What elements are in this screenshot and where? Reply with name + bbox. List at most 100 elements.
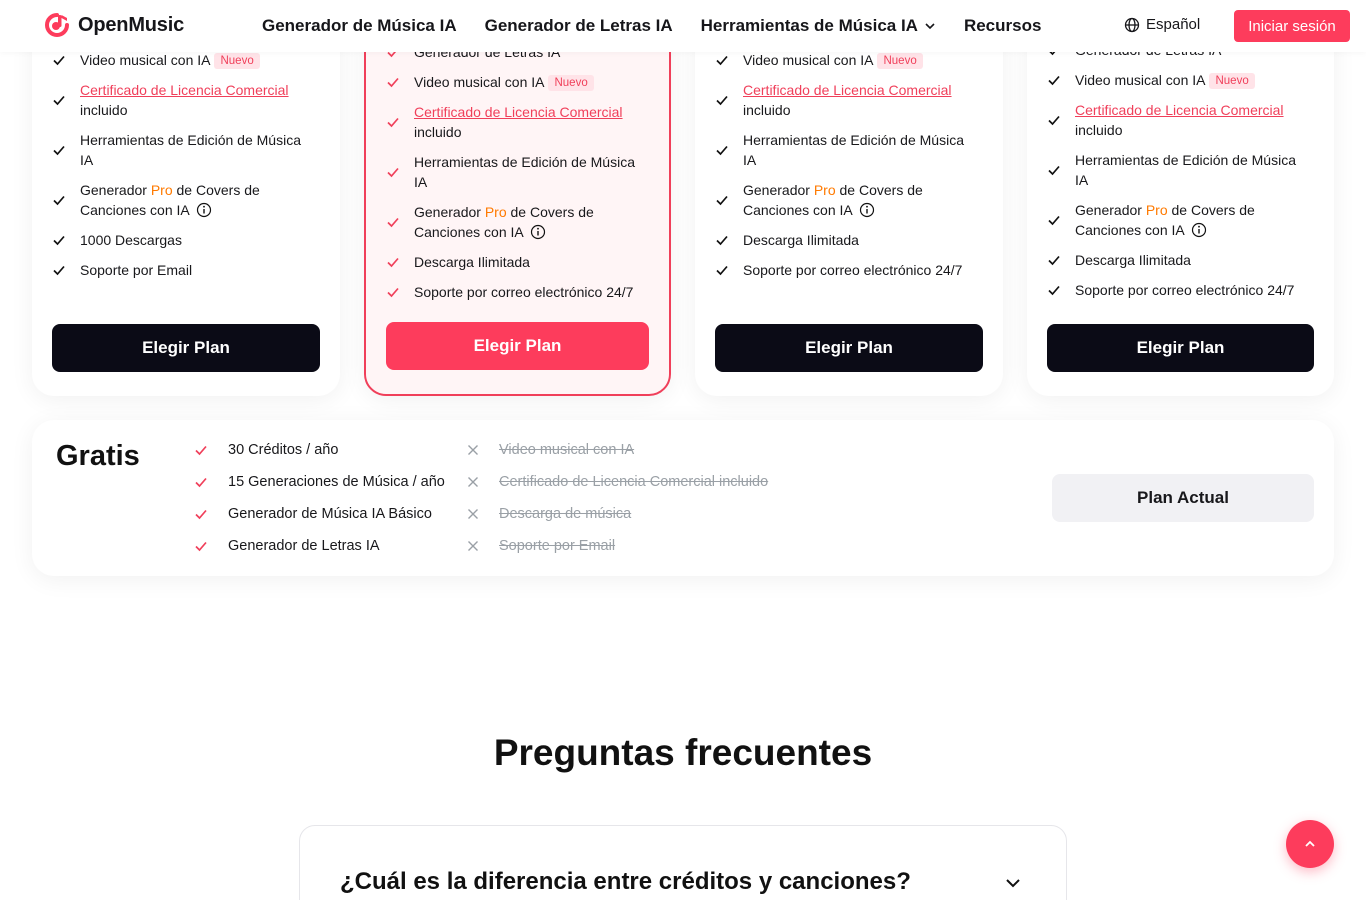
info-icon[interactable] (1191, 222, 1207, 238)
excluded-item: Video musical con IA (467, 434, 768, 466)
feature-list: Generador de Letras IA Video musical con… (1047, 40, 1311, 310)
nav-item-music-generator[interactable]: Generador de Música IA (262, 16, 457, 36)
scroll-to-top-button[interactable] (1286, 820, 1334, 868)
check-icon (387, 167, 399, 178)
feature-label: Video musical con IA (80, 52, 211, 68)
feature-item: Video musical con IA Nuevo (386, 72, 650, 92)
check-icon (1048, 285, 1060, 296)
main-nav: Generador de Música IA Generador de Letr… (262, 0, 1069, 52)
license-link[interactable]: Certificado de Licencia Comercial (1075, 102, 1284, 118)
check-icon (53, 55, 65, 66)
feature-label: Video musical con IA (414, 74, 545, 90)
language-label: Español (1146, 16, 1201, 33)
plan-card: Generador de Letras IA Video musical con… (1027, 0, 1334, 396)
excluded-label: Video musical con IA (499, 442, 635, 458)
chevron-down-icon (1006, 879, 1020, 888)
choose-plan-button[interactable]: Elegir Plan (52, 324, 320, 372)
nav-item-music-tools-label: Herramientas de Música IA (700, 16, 918, 35)
info-icon[interactable] (859, 202, 875, 218)
feature-item: Soporte por Email (52, 260, 316, 280)
feature-label: Generador (1075, 202, 1142, 218)
included-item: 15 Generaciones de Música / año (194, 466, 445, 498)
check-icon (716, 195, 728, 206)
feature-item: Herramientas de Edición de Música IA (52, 130, 316, 170)
choose-plan-button[interactable]: Elegir Plan (1047, 324, 1314, 372)
license-link[interactable]: Certificado de Licencia Comercial (80, 82, 289, 98)
check-icon (53, 145, 65, 156)
pro-label: Pro (484, 204, 507, 220)
feature-item: Generador Pro de Covers de Canciones con… (1047, 200, 1311, 240)
feature-item: Soporte por correo electrónico 24/7 (386, 282, 650, 302)
feature-item: Soporte por correo electrónico 24/7 (1047, 280, 1311, 300)
check-icon (716, 265, 728, 276)
check-icon (716, 55, 728, 66)
pro-label: Pro (1145, 202, 1168, 218)
x-icon (468, 445, 478, 455)
top-navigation-bar: OpenMusic Generador de Música IA Generad… (0, 0, 1366, 52)
feature-item: Video musical con IA Nuevo (1047, 70, 1311, 90)
chevron-down-icon (925, 23, 935, 30)
feature-label: Soporte por correo electrónico 24/7 (414, 284, 634, 300)
globe-icon (1124, 17, 1140, 32)
feature-item: Descarga Ilimitada (386, 252, 650, 272)
feature-label: Herramientas de Edición de Música IA (414, 154, 635, 190)
check-icon (195, 477, 207, 488)
excluded-label: Certificado de Licencia Comercial inclui… (499, 474, 769, 490)
check-icon (53, 265, 65, 276)
license-link[interactable]: Certificado de Licencia Comercial (743, 82, 952, 98)
feature-label: Video musical con IA (1075, 72, 1206, 88)
excluded-label: Descarga de música (499, 506, 632, 522)
brand-logo[interactable]: OpenMusic (44, 12, 184, 38)
info-icon[interactable] (530, 224, 546, 240)
feature-label: Soporte por correo electrónico 24/7 (1075, 282, 1295, 298)
check-icon (195, 445, 207, 456)
nav-item-resources[interactable]: Recursos (964, 16, 1041, 36)
current-plan-button[interactable]: Plan Actual (1052, 474, 1314, 522)
feature-item: Generador Pro de Covers de Canciones con… (386, 202, 650, 242)
included-item: Generador de Música IA Básico (194, 498, 445, 530)
feature-list: Generador de Letras IA Video musical con… (386, 42, 650, 312)
feature-label: Descarga Ilimitada (1075, 252, 1191, 268)
new-badge: Nuevo (214, 53, 260, 69)
check-icon (716, 95, 728, 106)
feature-label: incluido (80, 102, 128, 118)
feature-item: Soporte por correo electrónico 24/7 (715, 260, 979, 280)
x-icon (468, 509, 478, 519)
x-icon (468, 477, 478, 487)
feature-item: Video musical con IA Nuevo (715, 50, 979, 70)
new-badge: Nuevo (1209, 73, 1255, 89)
check-icon (53, 95, 65, 106)
nav-item-music-tools[interactable]: Herramientas de Música IA (701, 16, 936, 36)
feature-item: Generador Pro de Covers de Canciones con… (715, 180, 979, 220)
check-icon (53, 235, 65, 246)
free-included-list: 30 Créditos / año 15 Generaciones de Mús… (194, 434, 445, 562)
language-selector[interactable]: Español (1124, 16, 1200, 33)
nav-item-lyrics-generator[interactable]: Generador de Letras IA (485, 16, 673, 36)
x-icon (468, 541, 478, 551)
free-plan-title: Gratis (56, 440, 140, 472)
feature-item: Certificado de Licencia Comercial incluid… (1047, 100, 1311, 140)
faq-item[interactable]: ¿Cuál es la diferencia entre créditos y … (299, 825, 1067, 900)
pro-label: Pro (150, 182, 173, 198)
included-label: 15 Generaciones de Música / año (228, 474, 445, 490)
license-link[interactable]: Certificado de Licencia Comercial (414, 104, 623, 120)
feature-item: Herramientas de Edición de Música IA (715, 130, 979, 170)
feature-label: Herramientas de Edición de Música IA (743, 132, 964, 168)
faq-title: Preguntas frecuentes (493, 732, 873, 773)
check-icon (1048, 165, 1060, 176)
check-icon (387, 257, 399, 268)
new-badge: Nuevo (877, 53, 923, 69)
choose-plan-button[interactable]: Elegir Plan (386, 322, 649, 370)
excluded-item: Certificado de Licencia Comercial inclui… (467, 466, 768, 498)
login-button[interactable]: Iniciar sesión (1234, 10, 1350, 42)
excluded-item: Descarga de música (467, 498, 768, 530)
info-icon[interactable] (196, 202, 212, 218)
feature-label: incluido (743, 102, 791, 118)
faq-question: ¿Cuál es la diferencia entre créditos y … (340, 868, 911, 895)
included-label: 30 Créditos / año (228, 442, 339, 458)
brand-name: OpenMusic (78, 13, 184, 36)
included-label: Generador de Letras IA (228, 538, 380, 554)
choose-plan-button[interactable]: Elegir Plan (715, 324, 983, 372)
feature-item: Generador Pro de Covers de Canciones con… (52, 180, 316, 220)
plan-card: Video musical con IA Nuevo Certificado de… (695, 0, 1003, 396)
